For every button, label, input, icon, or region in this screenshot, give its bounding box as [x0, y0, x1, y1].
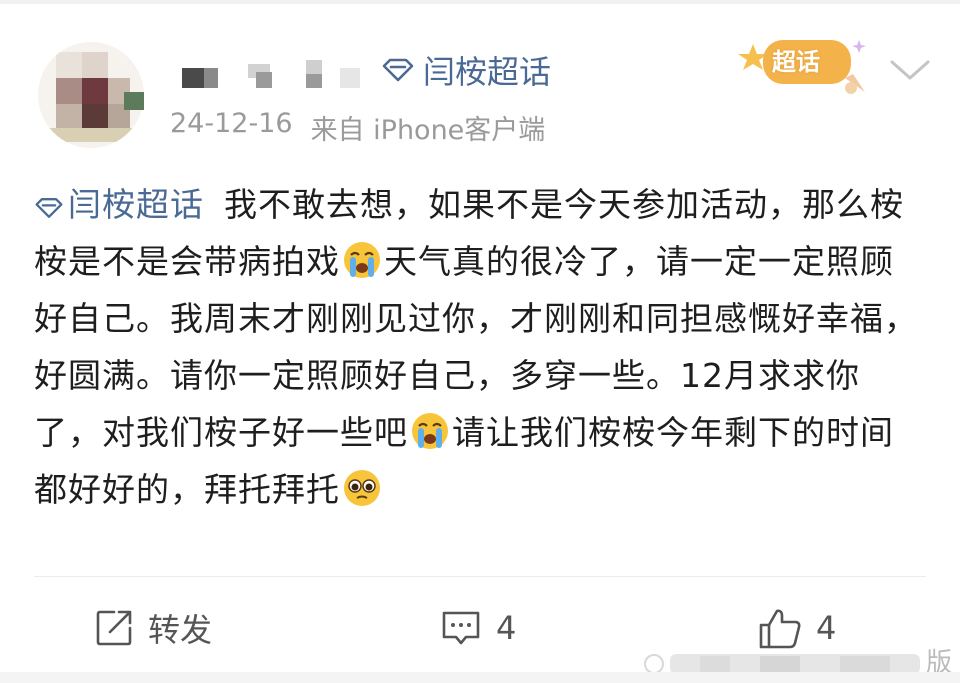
- source-prefix: 来自: [310, 115, 365, 146]
- chevron-down-icon[interactable]: [888, 56, 932, 84]
- post-content: 闫桉超话 我不敢去想，如果不是今天参加活动，那么桉桉是不是会带病拍戏 天气真的很冷…: [34, 176, 924, 518]
- source-client[interactable]: iPhone客户端: [373, 115, 545, 146]
- content-topic-name: 闫桉超话: [68, 185, 204, 224]
- comment-icon: [442, 611, 480, 645]
- pleading-emoji: [344, 470, 380, 506]
- diamond-icon: [35, 198, 63, 218]
- post-date: 24-12-16: [170, 108, 293, 139]
- content-topic-tag[interactable]: 闫桉超话: [34, 185, 204, 224]
- comment-count: 4: [496, 609, 517, 647]
- repost-label: 转发: [148, 611, 213, 649]
- comment-button[interactable]: 4: [440, 602, 516, 654]
- thumbs-up-icon: [759, 609, 801, 649]
- crying-emoji: [344, 242, 380, 278]
- diamond-icon: [381, 58, 415, 82]
- repost-button[interactable]: 转发: [94, 602, 212, 654]
- badge-label: 超话: [772, 48, 820, 76]
- top-divider: [0, 0, 960, 4]
- crying-emoji: [412, 413, 448, 449]
- action-divider: [34, 576, 926, 577]
- like-count: 4: [816, 609, 837, 647]
- post-meta: 24-12-16 来自 iPhone客户端: [170, 108, 545, 147]
- header-topic-link[interactable]: 闫桉超话: [381, 46, 551, 94]
- header-topic-name: 闫桉超话: [423, 53, 552, 91]
- bottom-divider: [0, 672, 960, 683]
- repost-icon: [96, 610, 132, 646]
